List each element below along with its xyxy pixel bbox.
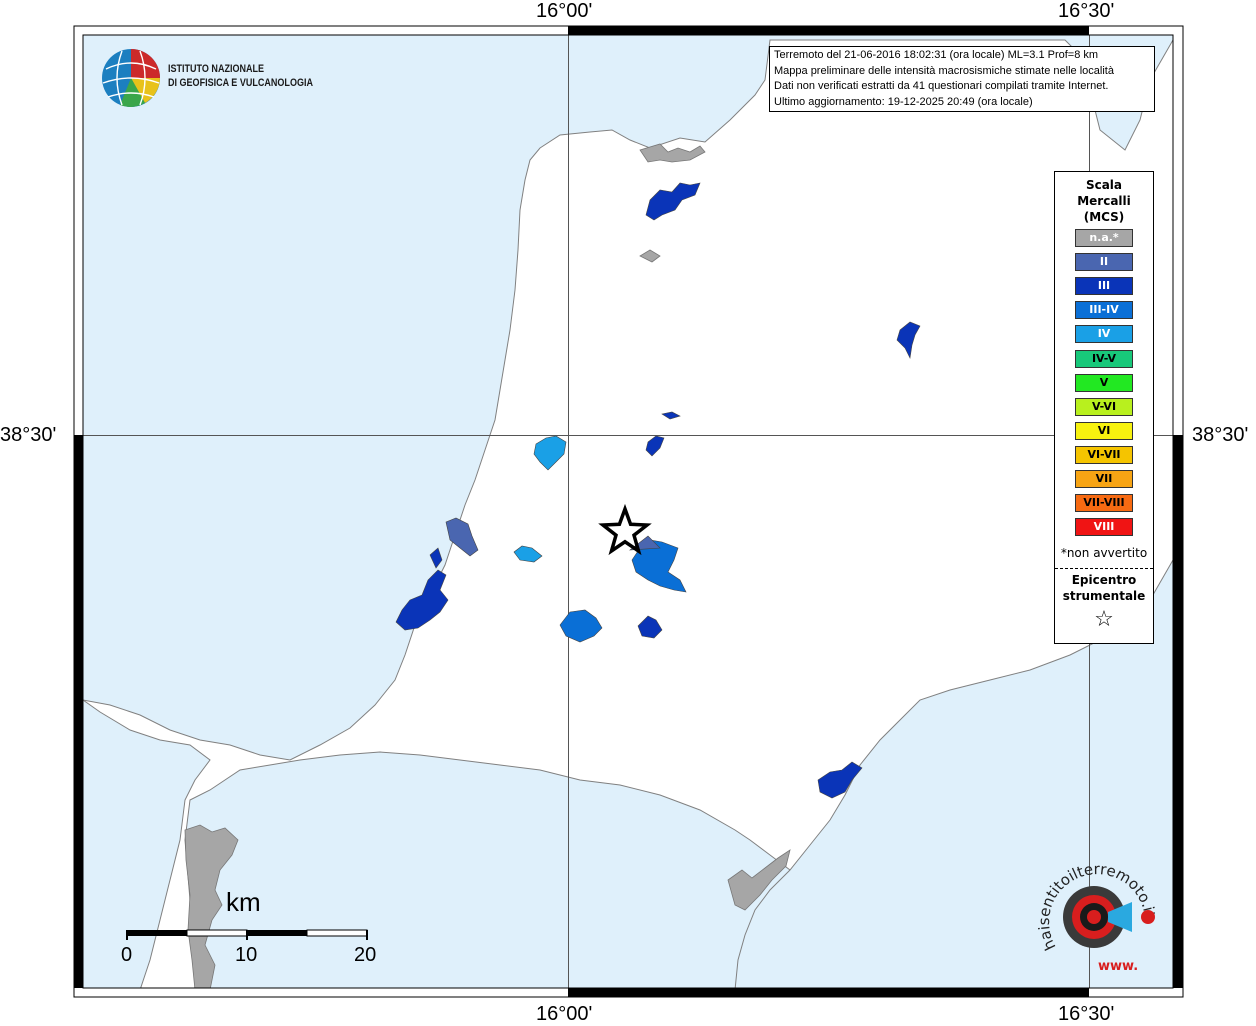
lon-label-bottom-left: 16°00' (536, 1003, 593, 1025)
lat-label-left: 38°30' (0, 424, 57, 446)
ingv-logo-icon (102, 49, 160, 107)
haisentito-www: www. (1098, 959, 1138, 974)
legend-swatch-5: IV-V (1075, 349, 1133, 368)
legend-star-icon: ☆ (1094, 607, 1114, 632)
legend-title-line1: Scala (1085, 178, 1123, 192)
legend-note: *non avvertito (1060, 546, 1148, 560)
legend-swatch-1: II (1075, 253, 1133, 272)
legend-title-line3: (MCS) (1083, 210, 1125, 224)
event-info-line4: Ultimo aggiornamento: 19-12-2025 20:49 (… (774, 95, 1033, 108)
scale-bar-unit: km (226, 887, 261, 917)
event-info-box: Terremoto del 21-06-2016 18:02:31 (ora l… (769, 46, 1155, 112)
legend-swatch-4: IV (1075, 325, 1133, 344)
scale-tick-20: 20 (354, 944, 377, 966)
frame-bar-top (568, 26, 1089, 35)
legend-separator (1055, 568, 1153, 569)
legend-title-line2: Mercalli (1077, 194, 1131, 208)
frame-bar-bottom (568, 988, 1089, 997)
legend-swatch-7: V-VI (1075, 397, 1133, 416)
mcs-legend: Scala Mercalli (MCS) n.a.* II III III-IV IV I… (1054, 171, 1154, 644)
legend-epicenter-line2: strumentale (1062, 589, 1146, 603)
scale-tick-0: 0 (121, 944, 133, 966)
frame-bar-right (1173, 435, 1183, 988)
legend-title: Scala Mercalli (MCS) (1055, 177, 1153, 225)
scale-tick-10: 10 (235, 944, 258, 966)
legend-swatch-9: VI-VII (1075, 445, 1133, 464)
ingv-name: ISTITUTO NAZIONALE DI GEOFISICA E VULCAN… (168, 62, 313, 90)
legend-swatch-11: VII-VIII (1075, 494, 1133, 513)
frame-bar-left (74, 435, 83, 988)
haisentito-logo-icon: haisentitoilterremoto.it www. (1036, 862, 1159, 974)
event-info-line2: Mappa preliminare delle intensità macros… (774, 64, 1114, 77)
legend-swatch-10: VII (1075, 470, 1133, 488)
lon-label-bottom-right: 16°30' (1058, 1003, 1115, 1025)
legend-swatch-0: n.a.* (1075, 229, 1133, 247)
legend-swatch-8: VI (1075, 421, 1133, 440)
legend-swatch-3: III-IV (1075, 301, 1133, 320)
event-info-line3: Dati non verificati estratti da 41 quest… (774, 80, 1109, 92)
lon-label-top-right: 16°30' (1058, 0, 1115, 22)
legend-swatch-12: VIII (1075, 518, 1133, 537)
event-info-line1: Terremoto del 21-06-2016 18:02:31 (ora l… (774, 49, 1099, 61)
lon-label-top-left: 16°00' (536, 0, 593, 22)
legend-epicenter-label: Epicentro strumentale (1055, 572, 1153, 604)
ingv-name-line1: ISTITUTO NAZIONALE (168, 63, 265, 75)
legend-epicenter-line1: Epicentro (1071, 573, 1137, 587)
legend-swatch-6: V (1075, 373, 1133, 392)
ingv-name-line2: DI GEOFISICA E VULCANOLOGIA (168, 77, 313, 89)
lat-label-right: 38°30' (1192, 424, 1249, 446)
legend-swatch-2: III (1075, 277, 1133, 296)
